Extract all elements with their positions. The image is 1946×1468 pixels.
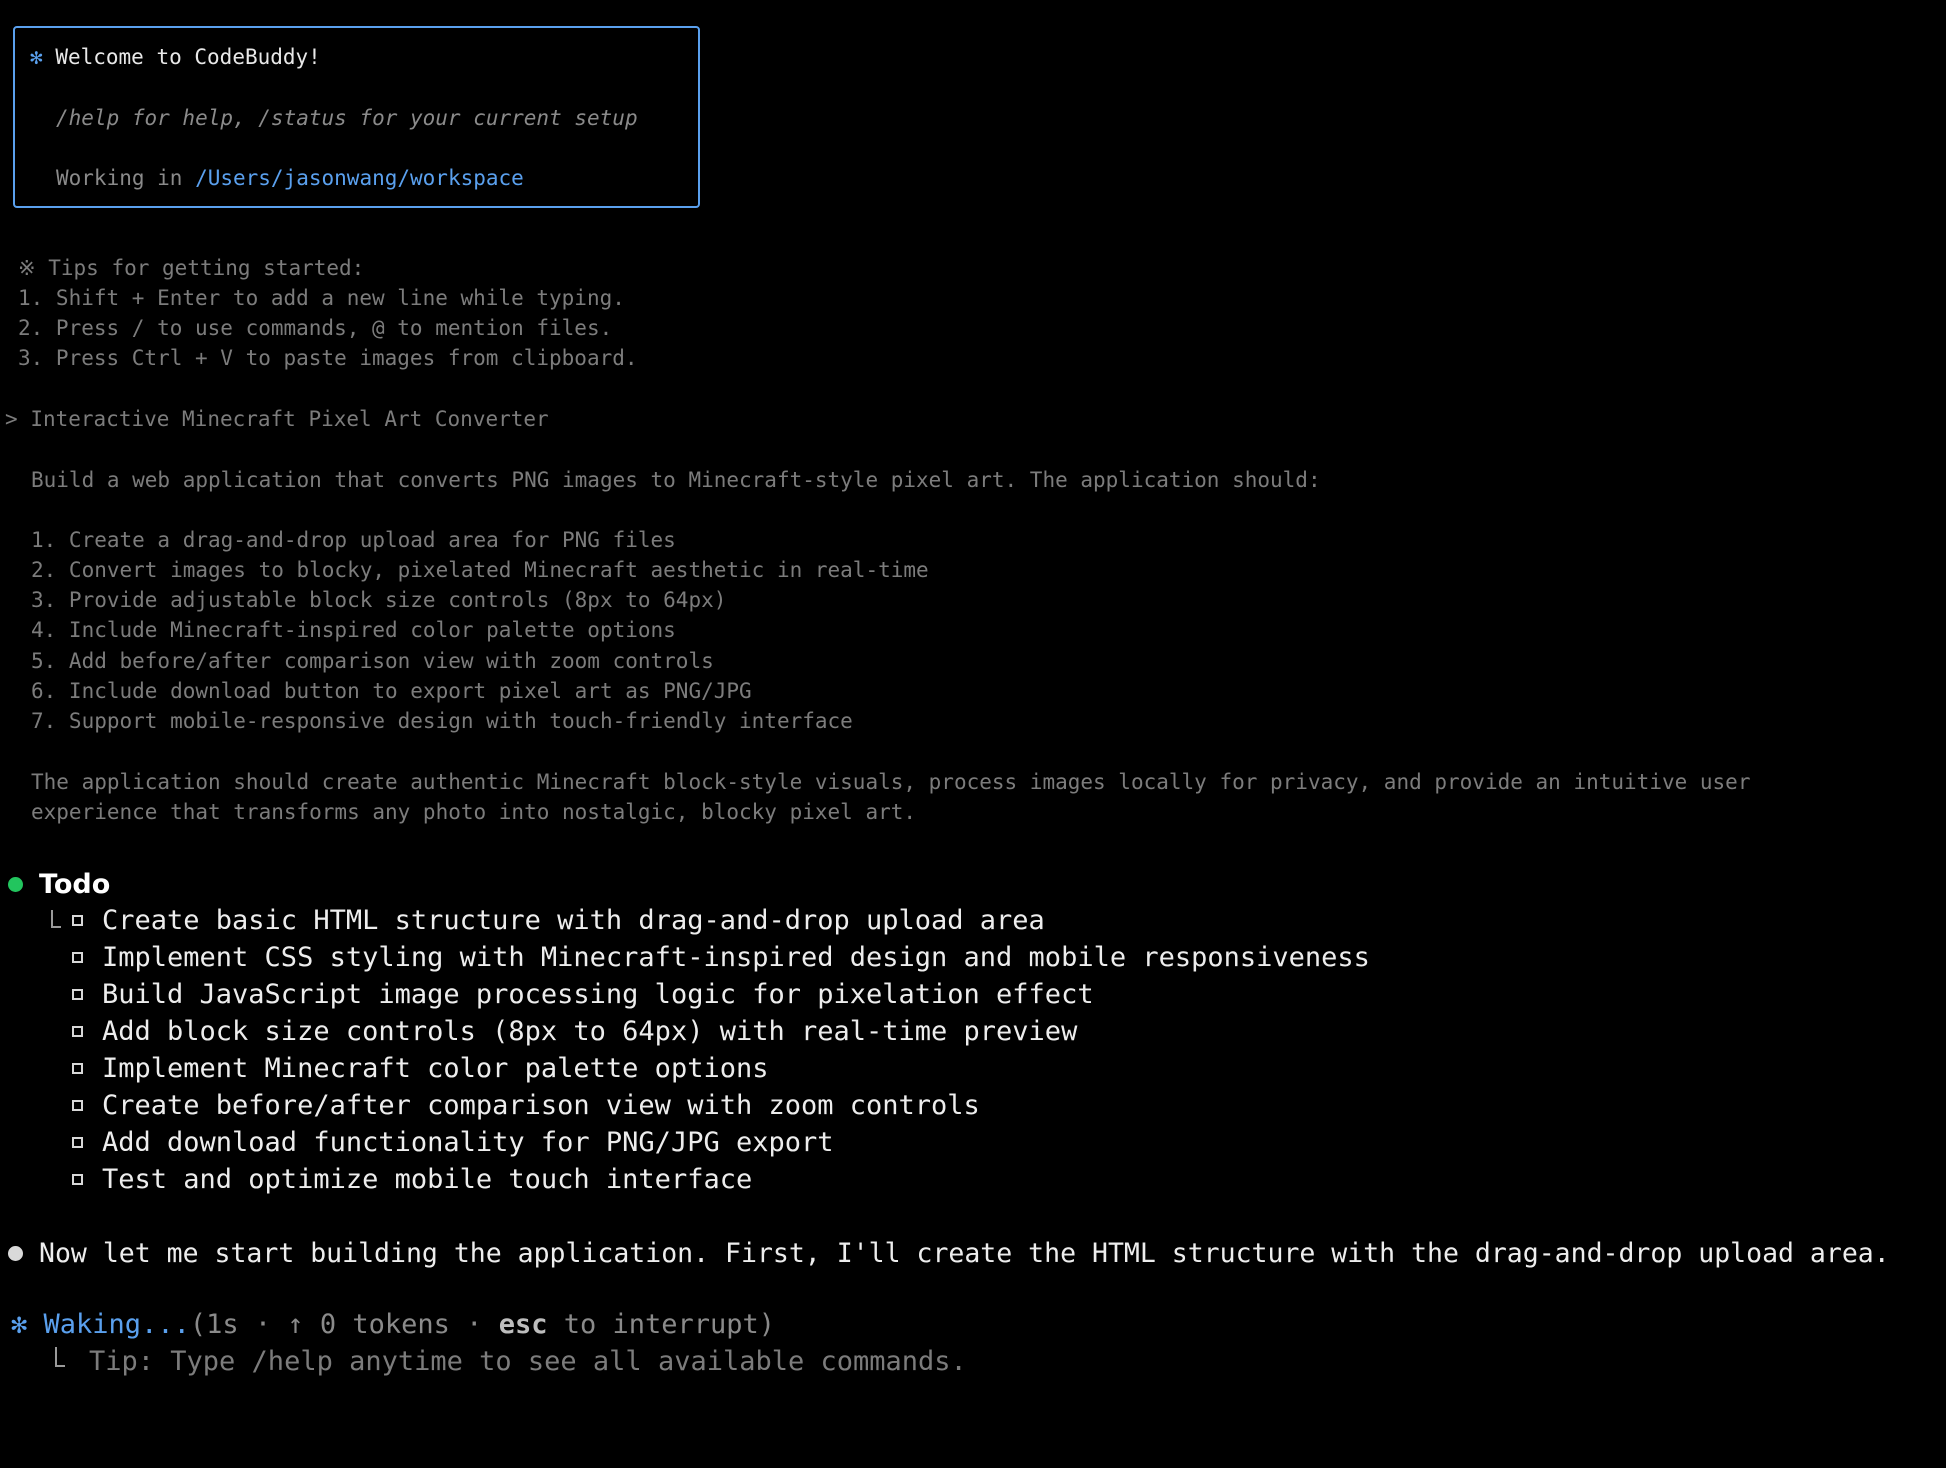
todo-item: Test and optimize mobile touch interface [102,1164,753,1195]
todo-item: Add download functionality for PNG/JPG e… [102,1127,834,1158]
prompt-list-item: 6. Include download button to export pix… [31,679,752,703]
prompt-list-item: 4. Include Minecraft-inspired color pale… [31,618,676,642]
tip-item: 1. Shift + Enter to add a new line while… [18,286,625,310]
checkbox-icon[interactable] [72,1100,83,1111]
message-dot-icon [8,1246,23,1261]
welcome-help-text: /help for help, /status for your current… [56,106,638,130]
assistant-message: Now let me start building the applicatio… [39,1238,1890,1269]
prompt-title: Interactive Minecraft Pixel Art Converte… [30,407,549,431]
todo-item: Create basic HTML structure with drag-an… [102,905,1045,936]
todo-item: Implement CSS styling with Minecraft-ins… [102,942,1370,973]
status-meta-close: to interrupt) [547,1309,776,1340]
tips-header: ※ Tips for getting started: [18,256,365,280]
welcome-title: Welcome to CodeBuddy! [55,45,321,69]
prompt-marker: > [5,407,18,431]
welcome-title-line: ✻ Welcome to CodeBuddy! [30,42,321,72]
prompt-list-item: 3. Provide adjustable block size control… [31,588,727,612]
status-star-icon: ✻ [11,1309,28,1340]
checkbox-icon[interactable] [72,989,83,1000]
checkbox-icon[interactable] [72,915,83,926]
todo-item: Implement Minecraft color palette option… [102,1053,769,1084]
todo-title: Todo [39,869,111,900]
todo-status-dot-icon [8,877,23,892]
prompt-title-line: > Interactive Minecraft Pixel Art Conver… [5,404,549,434]
prompt-list-item: 1. Create a drag-and-drop upload area fo… [31,528,676,552]
tree-branch-icon [51,910,61,928]
prompt-outro-line: experience that transforms any photo int… [31,800,917,824]
checkbox-icon[interactable] [72,952,83,963]
prompt-list-item: 2. Convert images to blocky, pixelated M… [31,558,929,582]
prompt-intro: Build a web application that converts PN… [31,468,1321,492]
tree-branch-icon [55,1347,65,1367]
prompt-list-item: 5. Add before/after comparison view with… [31,649,714,673]
todo-item: Build JavaScript image processing logic … [102,979,1094,1010]
working-dir-line: Working in /Users/jasonwang/workspace [56,163,524,193]
status-word: Waking... [43,1309,190,1340]
checkbox-icon[interactable] [72,1174,83,1185]
working-path: /Users/jasonwang/workspace [195,166,524,190]
status-tip: Tip: Type /help anytime to see all avail… [89,1346,967,1377]
todo-item: Create before/after comparison view with… [102,1090,980,1121]
prompt-outro-line: The application should create authentic … [31,770,1751,794]
tip-item: 3. Press Ctrl + V to paste images from c… [18,346,638,370]
prompt-list-item: 7. Support mobile-responsive design with… [31,709,853,733]
todo-item: Add block size controls (8px to 64px) wi… [102,1016,1078,1047]
checkbox-icon[interactable] [72,1063,83,1074]
status-line: ✻ Waking...(1s · ↑ 0 tokens · esc to int… [11,1306,775,1343]
tip-item: 2. Press / to use commands, @ to mention… [18,316,613,340]
welcome-star-icon: ✻ [30,45,43,69]
checkbox-icon[interactable] [72,1026,83,1037]
status-esc-key: esc [498,1309,548,1340]
status-meta-open: (1s · ↑ 0 tokens · [189,1309,499,1340]
checkbox-icon[interactable] [72,1137,83,1148]
working-prefix: Working in [56,166,196,190]
